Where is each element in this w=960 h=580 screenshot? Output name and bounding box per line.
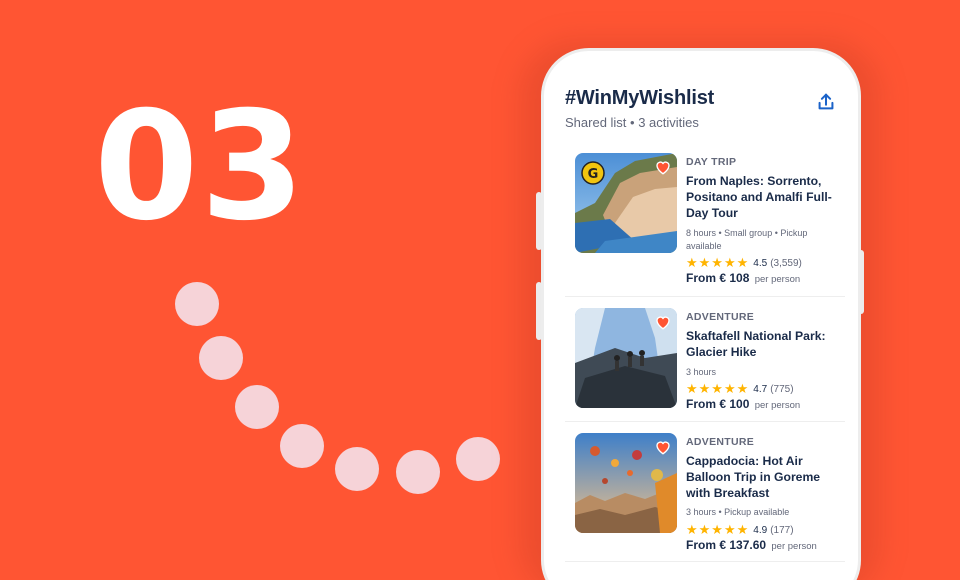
activity-category: ADVENTURE — [686, 311, 755, 323]
activity-title[interactable]: Skaftafell National Park: Glacier Hike — [686, 328, 836, 360]
activity-card[interactable]: ADVENTURE Cappadocia: Hot Air Balloon Tr… — [565, 433, 845, 555]
divider — [565, 561, 845, 562]
wishlist-title: #WinMyWishlist — [565, 87, 715, 109]
wishlist-subtitle: Shared list • 3 activities — [565, 115, 699, 130]
share-icon[interactable] — [815, 91, 837, 113]
activity-rating: ★★★★★ 4.9 (177) — [686, 522, 794, 538]
star-rating-icon: ★★★★★ — [686, 255, 750, 270]
activity-title[interactable]: Cappadocia: Hot Air Balloon Trip in Gore… — [686, 453, 836, 501]
price-unit: per person — [754, 400, 801, 411]
path-dot — [280, 424, 324, 468]
price-unit: per person — [754, 274, 801, 285]
divider — [565, 296, 845, 297]
review-count: (3,559) — [770, 257, 802, 269]
phone-frame: #WinMyWishlist Shared list • 3 activitie… — [541, 48, 861, 580]
badge-letter: G — [588, 167, 599, 182]
price-unit: per person — [771, 541, 817, 552]
review-count: (177) — [770, 524, 794, 536]
star-rating-icon: ★★★★★ — [686, 381, 750, 396]
heart-icon[interactable] — [654, 313, 672, 331]
star-rating-icon: ★★★★★ — [686, 522, 750, 537]
activity-meta: 8 hours • Small group • Pickup available — [686, 228, 808, 251]
path-dot — [456, 437, 500, 481]
review-count: (775) — [770, 383, 794, 395]
path-dot — [396, 450, 440, 494]
activity-price: From € 108 per person — [686, 271, 800, 285]
activity-category: ADVENTURE — [686, 436, 755, 448]
price-value: From € 137.60 — [686, 538, 767, 552]
activity-card[interactable]: G DAY TRIP From Naples: Sorrento, Posita… — [565, 153, 845, 285]
activity-image — [575, 433, 677, 533]
price-value: From € 100 — [686, 397, 750, 411]
rating-value: 4.9 — [753, 524, 768, 536]
activity-price: From € 137.60 per person — [686, 538, 817, 552]
path-dot — [175, 282, 219, 326]
activity-card[interactable]: ADVENTURE Skaftafell National Park: Glac… — [565, 308, 845, 430]
activity-rating: ★★★★★ 4.5 (3,559) — [686, 255, 802, 271]
heart-icon[interactable] — [654, 438, 672, 456]
rating-value: 4.7 — [753, 383, 768, 395]
rating-value: 4.5 — [753, 257, 768, 269]
activity-price: From € 100 per person — [686, 397, 800, 411]
path-dot — [335, 447, 379, 491]
activity-title[interactable]: From Naples: Sorrento, Positano and Amal… — [686, 173, 836, 221]
activity-image — [575, 308, 677, 408]
activity-category: DAY TRIP — [686, 156, 737, 168]
activity-rating: ★★★★★ 4.7 (775) — [686, 381, 794, 397]
heart-icon[interactable] — [654, 158, 672, 176]
price-value: From € 108 — [686, 271, 750, 285]
activity-meta: 3 hours — [686, 367, 717, 377]
divider — [565, 421, 845, 422]
path-dot — [235, 385, 279, 429]
activity-meta: 3 hours • Pickup available — [686, 507, 790, 517]
path-dot — [199, 336, 243, 380]
activity-image: G — [575, 153, 677, 253]
step-number: 03 — [94, 80, 307, 254]
